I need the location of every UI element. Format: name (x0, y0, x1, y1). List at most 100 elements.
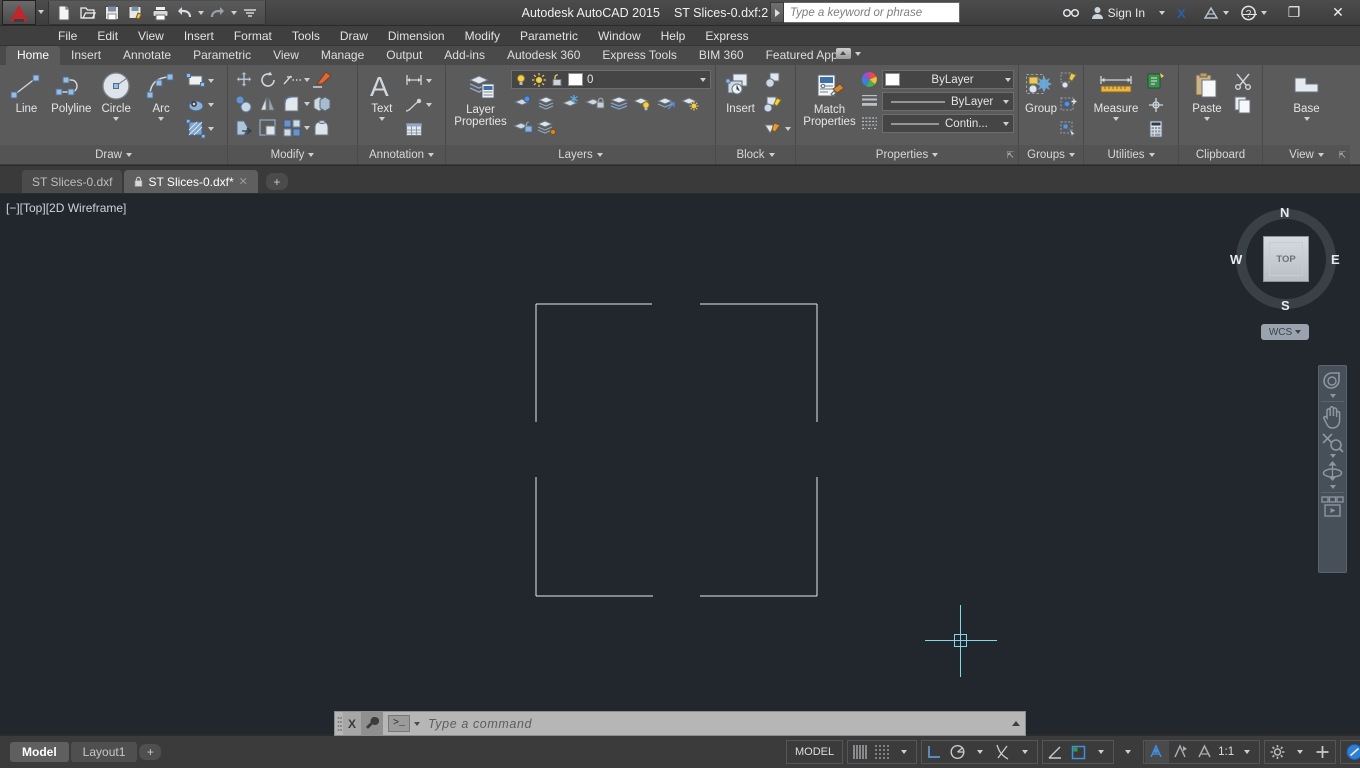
exchange-apps-icon[interactable]: X (1173, 3, 1195, 24)
hatch-gradient-icon[interactable] (184, 93, 208, 117)
search-input[interactable]: Type a keyword or phrase (784, 2, 960, 23)
otrack-icon[interactable] (1044, 741, 1067, 763)
region-icon[interactable] (184, 117, 208, 141)
pan-icon[interactable] (1319, 404, 1346, 430)
region-dropdown-icon[interactable] (207, 127, 214, 131)
move-icon[interactable] (232, 68, 256, 92)
base-view-button[interactable]: Base (1282, 69, 1332, 123)
arc-button[interactable]: Arc (139, 69, 184, 123)
menu-express[interactable]: Express (695, 27, 758, 45)
layout-tab-layout1[interactable]: Layout1 (70, 742, 138, 762)
tab-insert[interactable]: Insert (60, 46, 112, 65)
copy-icon[interactable] (232, 92, 256, 116)
dimension-dropdown-icon[interactable] (425, 79, 432, 83)
line-button[interactable]: Line (4, 69, 49, 117)
orbit-icon[interactable] (1319, 459, 1346, 490)
open-icon[interactable] (77, 2, 99, 23)
menu-view[interactable]: View (128, 27, 174, 45)
plot-icon[interactable] (149, 2, 171, 23)
lightbulb-icon[interactable] (514, 73, 528, 87)
saveas-icon[interactable] (125, 2, 147, 23)
compass-north-label[interactable]: N (1280, 205, 1289, 220)
view-cube-face[interactable]: TOP (1263, 236, 1309, 282)
tab-output[interactable]: Output (375, 46, 433, 65)
cut-icon[interactable] (1231, 69, 1255, 93)
grid-display-icon[interactable] (849, 741, 871, 763)
fillet-icon[interactable] (280, 92, 304, 116)
layer-unlock-icon[interactable] (511, 115, 535, 139)
paste-button[interactable]: Paste (1183, 69, 1231, 123)
rotate-icon[interactable] (256, 68, 280, 92)
linetype-combo[interactable]: Contin... (882, 114, 1014, 133)
text-dropdown-icon[interactable] (378, 117, 385, 121)
rectangle-icon[interactable] (184, 69, 208, 93)
group-selection-icon[interactable] (1059, 117, 1079, 141)
menu-file[interactable]: File (48, 27, 87, 45)
drawing-canvas[interactable]: [−][Top][2D Wireframe] (0, 194, 1360, 734)
search-icon[interactable] (1059, 3, 1083, 24)
edit-group-icon[interactable] (1059, 69, 1079, 93)
showmotion-icon[interactable] (1319, 495, 1346, 523)
extrude-icon[interactable] (310, 116, 334, 140)
layer-off-icon[interactable] (631, 91, 655, 115)
close-button[interactable]: ✕ (1316, 0, 1360, 25)
array-3d-icon[interactable] (310, 92, 334, 116)
panel-title-groups[interactable]: Groups (1019, 145, 1083, 164)
create-block-icon[interactable] (761, 69, 785, 93)
undo-icon[interactable] (173, 2, 195, 23)
menu-dimension[interactable]: Dimension (378, 27, 455, 45)
application-menu-button[interactable] (2, 0, 36, 25)
dimension-icon[interactable] (402, 69, 426, 93)
menu-tools[interactable]: Tools (282, 27, 330, 45)
menu-draw[interactable]: Draw (330, 27, 378, 45)
command-line-close-button[interactable]: X (343, 712, 361, 735)
panel-title-block[interactable]: Block (716, 145, 795, 164)
annotation-scale-icon[interactable] (1193, 741, 1216, 763)
layer-combo-caret-icon[interactable] (700, 77, 706, 82)
measure-button[interactable]: Measure (1088, 69, 1144, 123)
linetype-caret-icon[interactable] (1003, 121, 1009, 126)
view-dialog-launcher[interactable]: ⇱ (1338, 150, 1346, 161)
rectangle-dropdown-icon[interactable] (207, 79, 214, 83)
measure-dropdown-icon[interactable] (1113, 117, 1119, 121)
add-to-group-icon[interactable] (1059, 93, 1079, 117)
tab-autodesk-360[interactable]: Autodesk 360 (496, 46, 591, 65)
copy-clip-icon[interactable] (1231, 93, 1255, 117)
workspace-switching-icon[interactable] (1266, 741, 1289, 763)
layer-combo[interactable]: 0 (511, 70, 711, 89)
menu-edit[interactable]: Edit (87, 27, 128, 45)
command-prompt-icon[interactable]: >_ (388, 715, 410, 732)
layer-make-current-icon[interactable] (607, 91, 631, 115)
layer-lock-icon[interactable] (583, 91, 607, 115)
lineweight-icon[interactable] (861, 93, 878, 110)
panel-title-modify[interactable]: Modify (228, 145, 357, 164)
sun-icon[interactable] (532, 72, 546, 87)
scale-icon[interactable] (256, 116, 280, 140)
object-color-caret-icon[interactable] (1005, 77, 1011, 82)
leader-icon[interactable] (402, 93, 426, 117)
quick-select-icon[interactable] (1144, 69, 1168, 93)
quick-access-more-icon[interactable] (239, 2, 261, 23)
search-expand-icon[interactable] (770, 2, 784, 23)
mirror-icon[interactable] (256, 92, 280, 116)
minimize-ribbon-button[interactable] (836, 48, 861, 59)
panel-title-clipboard[interactable]: Clipboard (1179, 145, 1262, 164)
annotation-scale-value[interactable]: 1:1 (1216, 746, 1236, 758)
trim-icon[interactable] (280, 68, 304, 92)
ucs-selector[interactable]: WCS (1261, 324, 1309, 340)
array-icon[interactable] (280, 116, 304, 140)
group-button[interactable]: Group (1023, 69, 1059, 117)
circle-dropdown-icon[interactable] (113, 117, 120, 121)
linetype-icon[interactable] (861, 115, 878, 132)
quick-access-customize-caret[interactable] (38, 10, 44, 14)
panel-title-utilities[interactable]: Utilities (1084, 145, 1178, 164)
layer-on-icon[interactable] (679, 91, 703, 115)
hardware-acceleration-icon[interactable] (1342, 741, 1360, 763)
panel-title-annotation[interactable]: Annotation (358, 145, 445, 164)
layer-unisolate-icon[interactable] (535, 91, 559, 115)
arc-dropdown-icon[interactable] (158, 117, 165, 121)
command-input[interactable]: Type a command (420, 717, 1007, 731)
tab-annotate[interactable]: Annotate (112, 46, 182, 65)
new-icon[interactable] (53, 2, 75, 23)
insert-block-button[interactable]: Insert (720, 69, 761, 117)
